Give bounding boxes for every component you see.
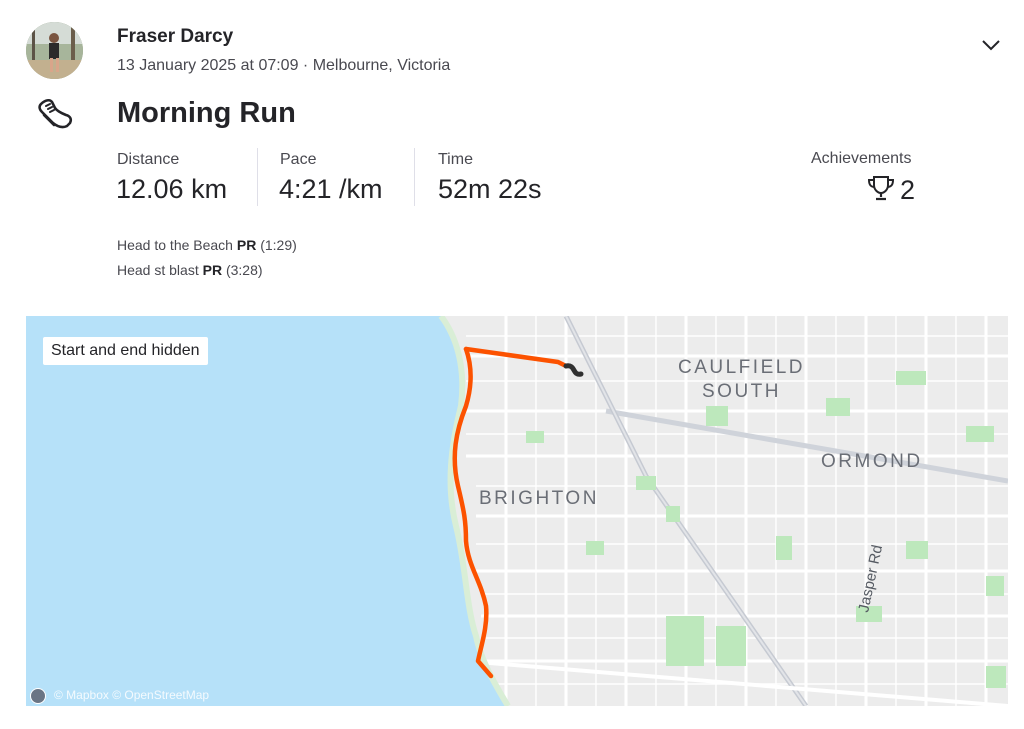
segment-time: (1:29) xyxy=(260,237,297,253)
map-label-south: SOUTH xyxy=(702,381,781,402)
pr-badge: PR xyxy=(202,262,223,278)
athlete-name[interactable]: Fraser Darcy xyxy=(117,26,233,48)
segment-name[interactable]: Head st blast xyxy=(117,262,199,278)
map-label-brighton: BRIGHTON xyxy=(479,488,599,509)
stat-time-label: Time xyxy=(438,151,473,168)
achievements-label: Achievements xyxy=(811,150,912,167)
stat-pace-label: Pace xyxy=(280,151,317,168)
map-canvas: CAULFIELD SOUTH ORMOND BRIGHTON Jasper R… xyxy=(26,316,1008,706)
stat-divider xyxy=(257,148,258,206)
stat-pace-value: 4:21 /km xyxy=(279,174,383,204)
segment-effort[interactable]: Head to the Beach PR (1:29) xyxy=(117,237,297,253)
segment-time: (3:28) xyxy=(225,262,263,278)
avatar-photo xyxy=(26,22,83,79)
athlete-avatar[interactable] xyxy=(26,22,83,79)
map-label-caulfield: CAULFIELD xyxy=(678,357,805,378)
segment-name[interactable]: Head to the Beach xyxy=(117,237,233,253)
pr-badge: PR xyxy=(236,237,257,253)
stat-distance-label: Distance xyxy=(117,151,180,168)
segment-effort[interactable]: Head st blast PR (3:28) xyxy=(117,262,263,278)
mapbox-logo-icon[interactable] xyxy=(30,688,46,704)
activity-meta: 13 January 2025 at 07:09 · Melbourne, Vi… xyxy=(117,57,451,74)
stat-time-value: 52m 22s xyxy=(438,174,542,204)
activity-title[interactable]: Morning Run xyxy=(117,97,296,130)
chevron-down-icon[interactable] xyxy=(979,33,1003,57)
stat-distance-value: 12.06 km xyxy=(116,174,228,204)
running-shoe-icon xyxy=(36,94,74,132)
map-attribution[interactable]: © Mapbox © OpenStreetMap xyxy=(54,688,209,702)
achievements-count[interactable]: 2 xyxy=(900,175,915,206)
trophy-icon xyxy=(866,174,896,202)
stat-divider xyxy=(414,148,415,206)
route-map[interactable]: CAULFIELD SOUTH ORMOND BRIGHTON Jasper R… xyxy=(26,316,1008,706)
start-end-hidden-badge: Start and end hidden xyxy=(43,337,208,365)
map-label-ormond: ORMOND xyxy=(821,451,923,472)
